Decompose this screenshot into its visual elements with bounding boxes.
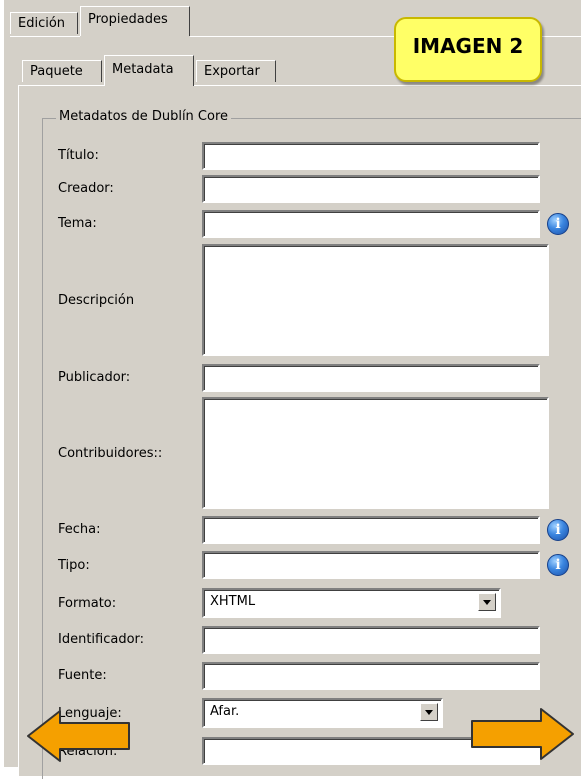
tema-input[interactable] [202, 210, 540, 238]
tipo-info-icon[interactable]: i [547, 554, 569, 576]
tab-paquete[interactable]: Paquete [22, 60, 102, 82]
publicador-input[interactable] [202, 364, 540, 392]
formato-selected-value: XHTML [210, 594, 256, 609]
fieldset-legend: Metadatos de Dublín Core [56, 109, 232, 124]
lenguaje-select[interactable]: Afar. [202, 698, 443, 728]
tema-label: Tema: [58, 216, 97, 231]
annotation-label: IMAGEN 2 [394, 17, 542, 82]
formato-label: Formato: [58, 596, 117, 611]
next-arrow-icon[interactable] [467, 706, 575, 762]
tab-metadata-label: Metadata [112, 62, 174, 77]
tipo-label: Tipo: [58, 558, 90, 573]
tab-metadata[interactable]: Metadata [104, 55, 194, 86]
identificador-label: Identificador: [58, 632, 145, 647]
fecha-label: Fecha: [58, 522, 101, 537]
contribuidores-label: Contribuidores:: [58, 446, 163, 461]
descripcion-textarea[interactable] [202, 244, 549, 356]
tipo-input[interactable] [202, 551, 540, 579]
previous-arrow-icon[interactable] [26, 708, 134, 764]
tema-info-icon[interactable]: i [547, 213, 569, 235]
tab-edicion-label: Edición [18, 16, 66, 31]
contribuidores-textarea[interactable] [202, 397, 549, 509]
tab-propiedades-label: Propiedades [88, 12, 168, 27]
tab-paquete-label: Paquete [30, 64, 83, 79]
tab-exportar[interactable]: Exportar [196, 60, 276, 82]
fuente-input[interactable] [202, 662, 540, 690]
tab-propiedades[interactable]: Propiedades [80, 6, 190, 36]
fuente-label: Fuente: [58, 668, 107, 683]
fecha-input[interactable] [202, 516, 540, 544]
creador-label: Creador: [58, 181, 114, 196]
lenguaje-selected-value: Afar. [210, 704, 240, 719]
previous-arrow-shape [27, 710, 130, 762]
fecha-info-icon[interactable]: i [547, 519, 569, 541]
chevron-down-icon[interactable] [420, 703, 438, 721]
tab-exportar-label: Exportar [204, 64, 260, 79]
identificador-input[interactable] [202, 626, 540, 654]
publicador-label: Publicador: [58, 370, 131, 385]
chevron-down-icon[interactable] [478, 593, 496, 611]
formato-select[interactable]: XHTML [202, 588, 501, 618]
next-arrow-shape [471, 708, 574, 760]
titulo-label: Título: [58, 148, 99, 163]
descripcion-label: Descripción [58, 293, 135, 308]
creador-input[interactable] [202, 175, 540, 203]
tab-edicion[interactable]: Edición [10, 12, 78, 34]
titulo-input[interactable] [202, 142, 540, 170]
